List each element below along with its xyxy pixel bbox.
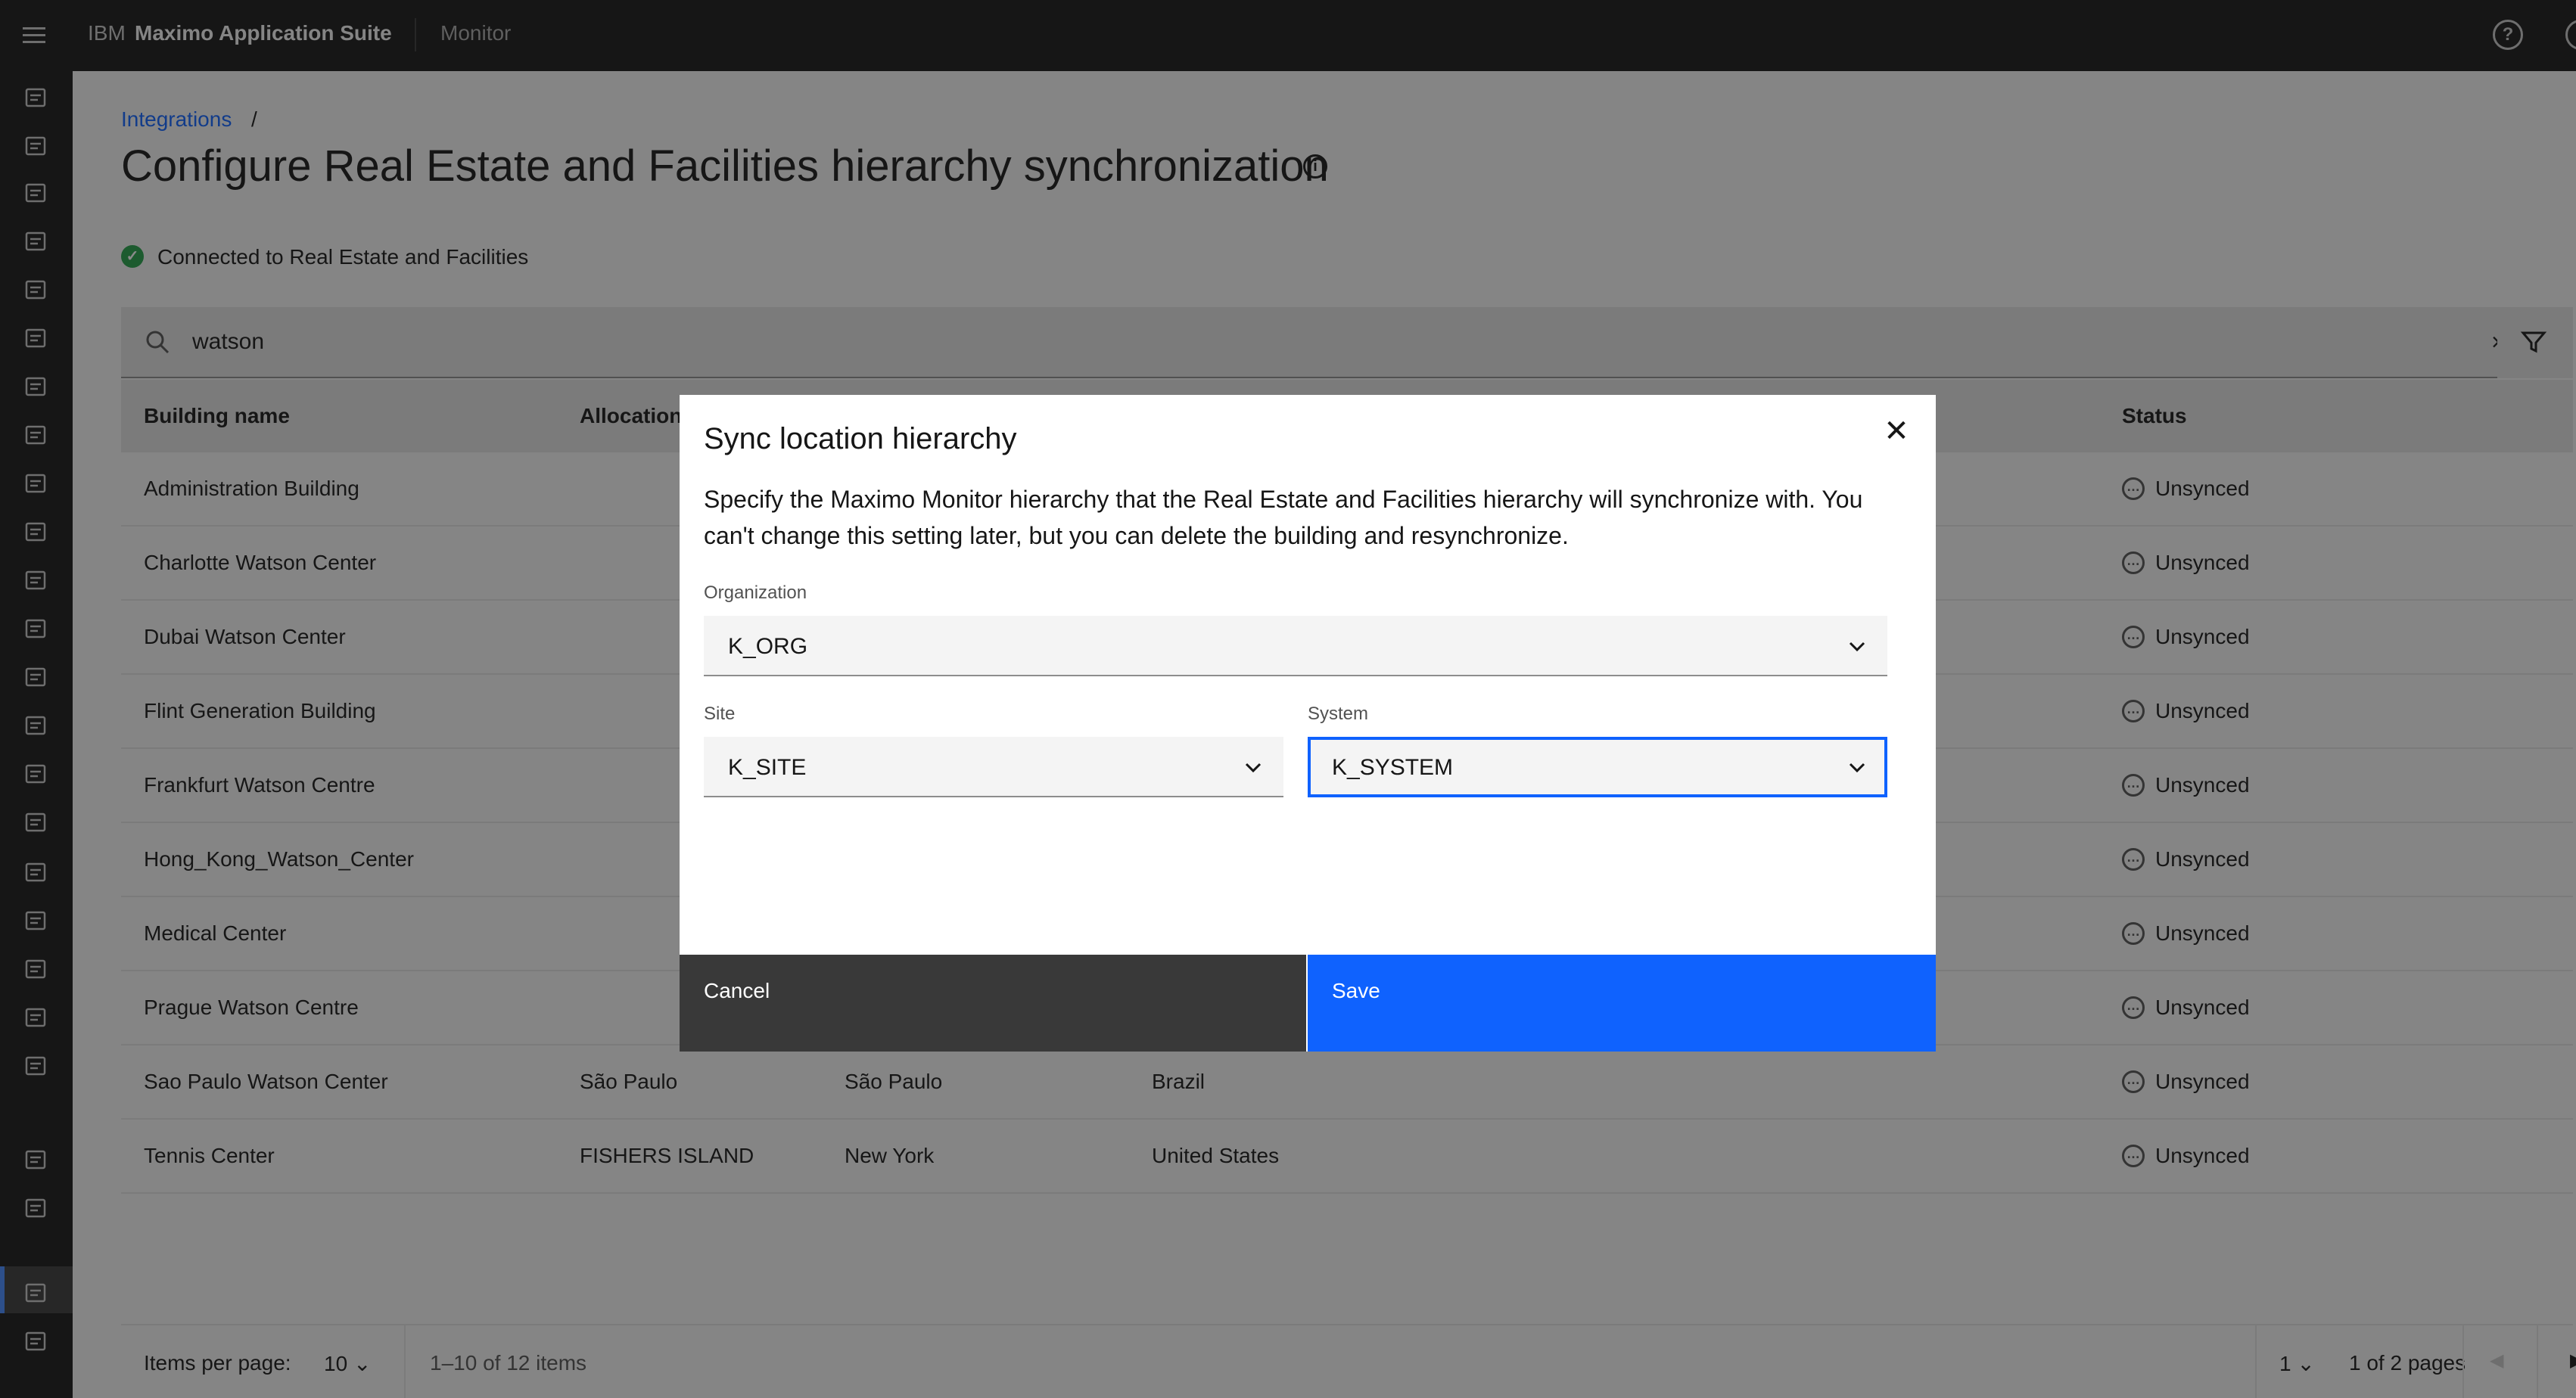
chevron-down-icon xyxy=(1849,642,1865,652)
modal-description: Specify the Maximo Monitor hierarchy tha… xyxy=(704,486,1863,549)
sync-location-modal: Sync location hierarchy ✕ Specify the Ma… xyxy=(680,395,1936,1052)
site-label: Site xyxy=(704,704,736,724)
system-value: K_SYSTEM xyxy=(1332,755,1454,780)
save-button[interactable]: Save xyxy=(1308,955,1936,1052)
site-value: K_SITE xyxy=(728,755,807,780)
modal-title: Sync location hierarchy xyxy=(704,422,1017,455)
organization-value: K_ORG xyxy=(728,634,808,659)
system-dropdown[interactable]: K_SYSTEM xyxy=(1308,737,1887,797)
close-icon[interactable]: ✕ xyxy=(1880,415,1913,448)
site-dropdown[interactable]: K_SITE xyxy=(704,737,1283,797)
chevron-down-icon xyxy=(1245,763,1262,773)
cancel-button-label: Cancel xyxy=(704,979,770,1002)
organization-dropdown[interactable]: K_ORG xyxy=(704,616,1887,676)
organization-label: Organization xyxy=(704,582,807,603)
save-button-label: Save xyxy=(1332,979,1380,1002)
chevron-down-icon xyxy=(1849,763,1865,773)
cancel-button[interactable]: Cancel xyxy=(680,955,1306,1052)
system-label: System xyxy=(1308,704,1369,724)
